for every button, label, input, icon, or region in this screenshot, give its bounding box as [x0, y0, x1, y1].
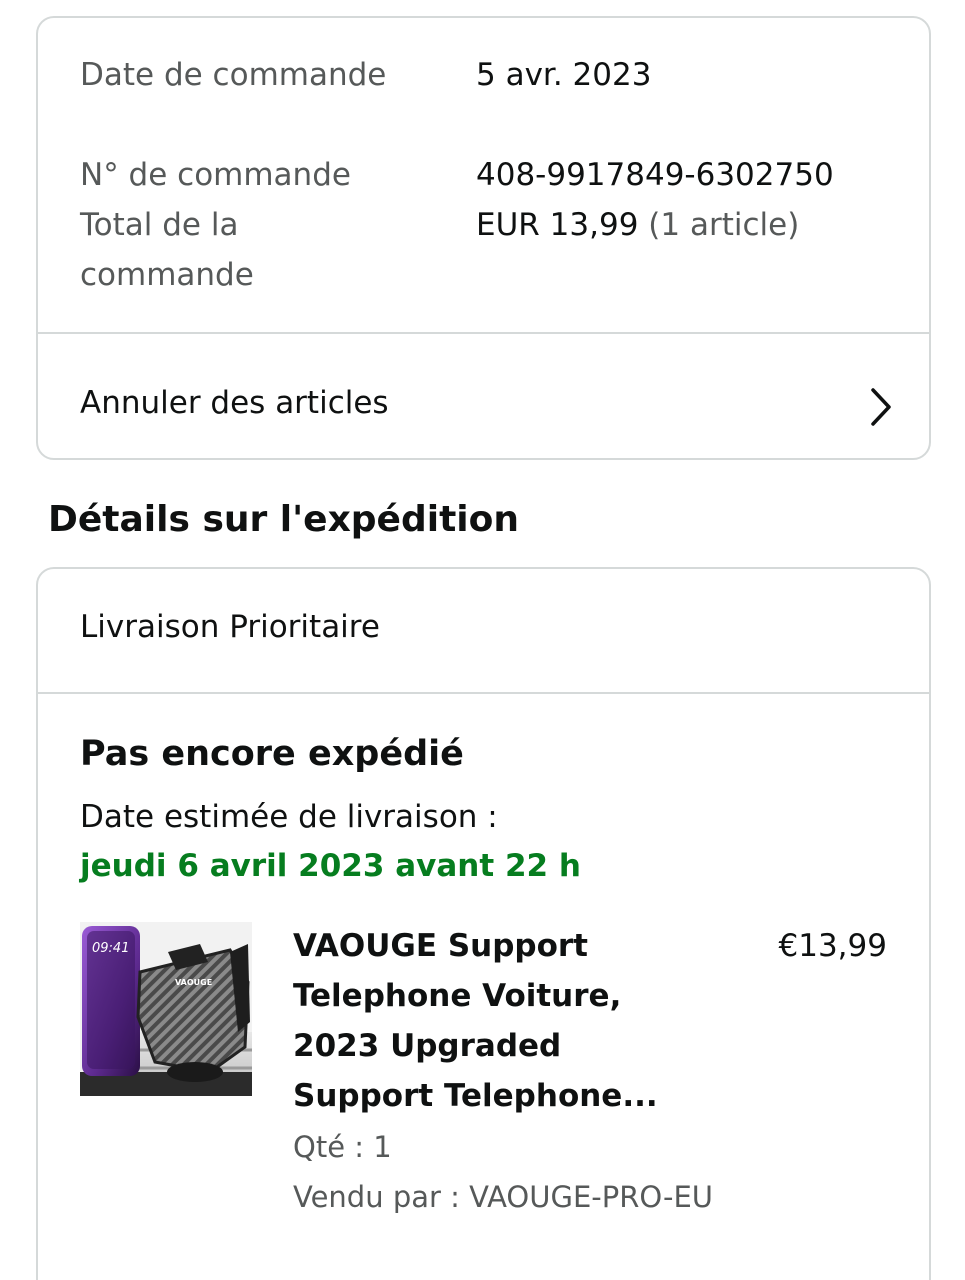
order-date-label: Date de commande — [80, 57, 387, 93]
order-date-row: Date de commande 5 avr. 2023 — [80, 50, 651, 100]
shipment-status: Pas encore expédié — [80, 734, 464, 774]
product-quantity: Qté : 1 — [293, 1130, 392, 1164]
order-total-label: Total de la commande — [80, 207, 254, 293]
chevron-right-icon — [871, 388, 891, 426]
product-image[interactable]: 09:41 VAOUGE — [80, 922, 252, 1096]
order-number-label: N° de commande — [80, 157, 351, 193]
order-item-count: (1 article) — [648, 207, 800, 243]
order-total-row: Total de la commande EUR 13,99 (1 articl… — [80, 200, 799, 300]
brand-mark-text: VAOUGE — [175, 978, 212, 987]
cancel-items-label: Annuler des articles — [80, 385, 389, 421]
estimated-delivery-label: Date estimée de livraison : — [80, 799, 498, 835]
shipping-method: Livraison Prioritaire — [80, 609, 380, 645]
product-price: €13,99 — [778, 928, 887, 964]
order-total-value-group: EUR 13,99 (1 article) — [476, 200, 799, 250]
divider — [38, 692, 929, 694]
shipment-section-title: Détails sur l'expédition — [48, 499, 519, 540]
order-number-row: N° de commande 408-9917849-6302750 — [80, 150, 834, 200]
estimated-delivery-date: jeudi 6 avril 2023 avant 22 h — [80, 848, 581, 884]
order-number-value: 408-9917849-6302750 — [476, 157, 834, 193]
shipment-card: Livraison Prioritaire Pas encore expédié… — [36, 567, 931, 1280]
product-title-link[interactable]: VAOUGE Support Telephone Voiture, 2023 U… — [293, 921, 693, 1121]
order-summary-card: Date de commande 5 avr. 2023 N° de comma… — [36, 16, 931, 460]
phone-clock-text: 09:41 — [92, 941, 129, 956]
cancel-items-button[interactable]: Annuler des articles — [38, 334, 929, 458]
product-seller: Vendu par : VAOUGE-PRO-EU — [293, 1180, 714, 1214]
order-date-value: 5 avr. 2023 — [476, 57, 652, 93]
order-total-value: EUR 13,99 — [476, 207, 639, 243]
